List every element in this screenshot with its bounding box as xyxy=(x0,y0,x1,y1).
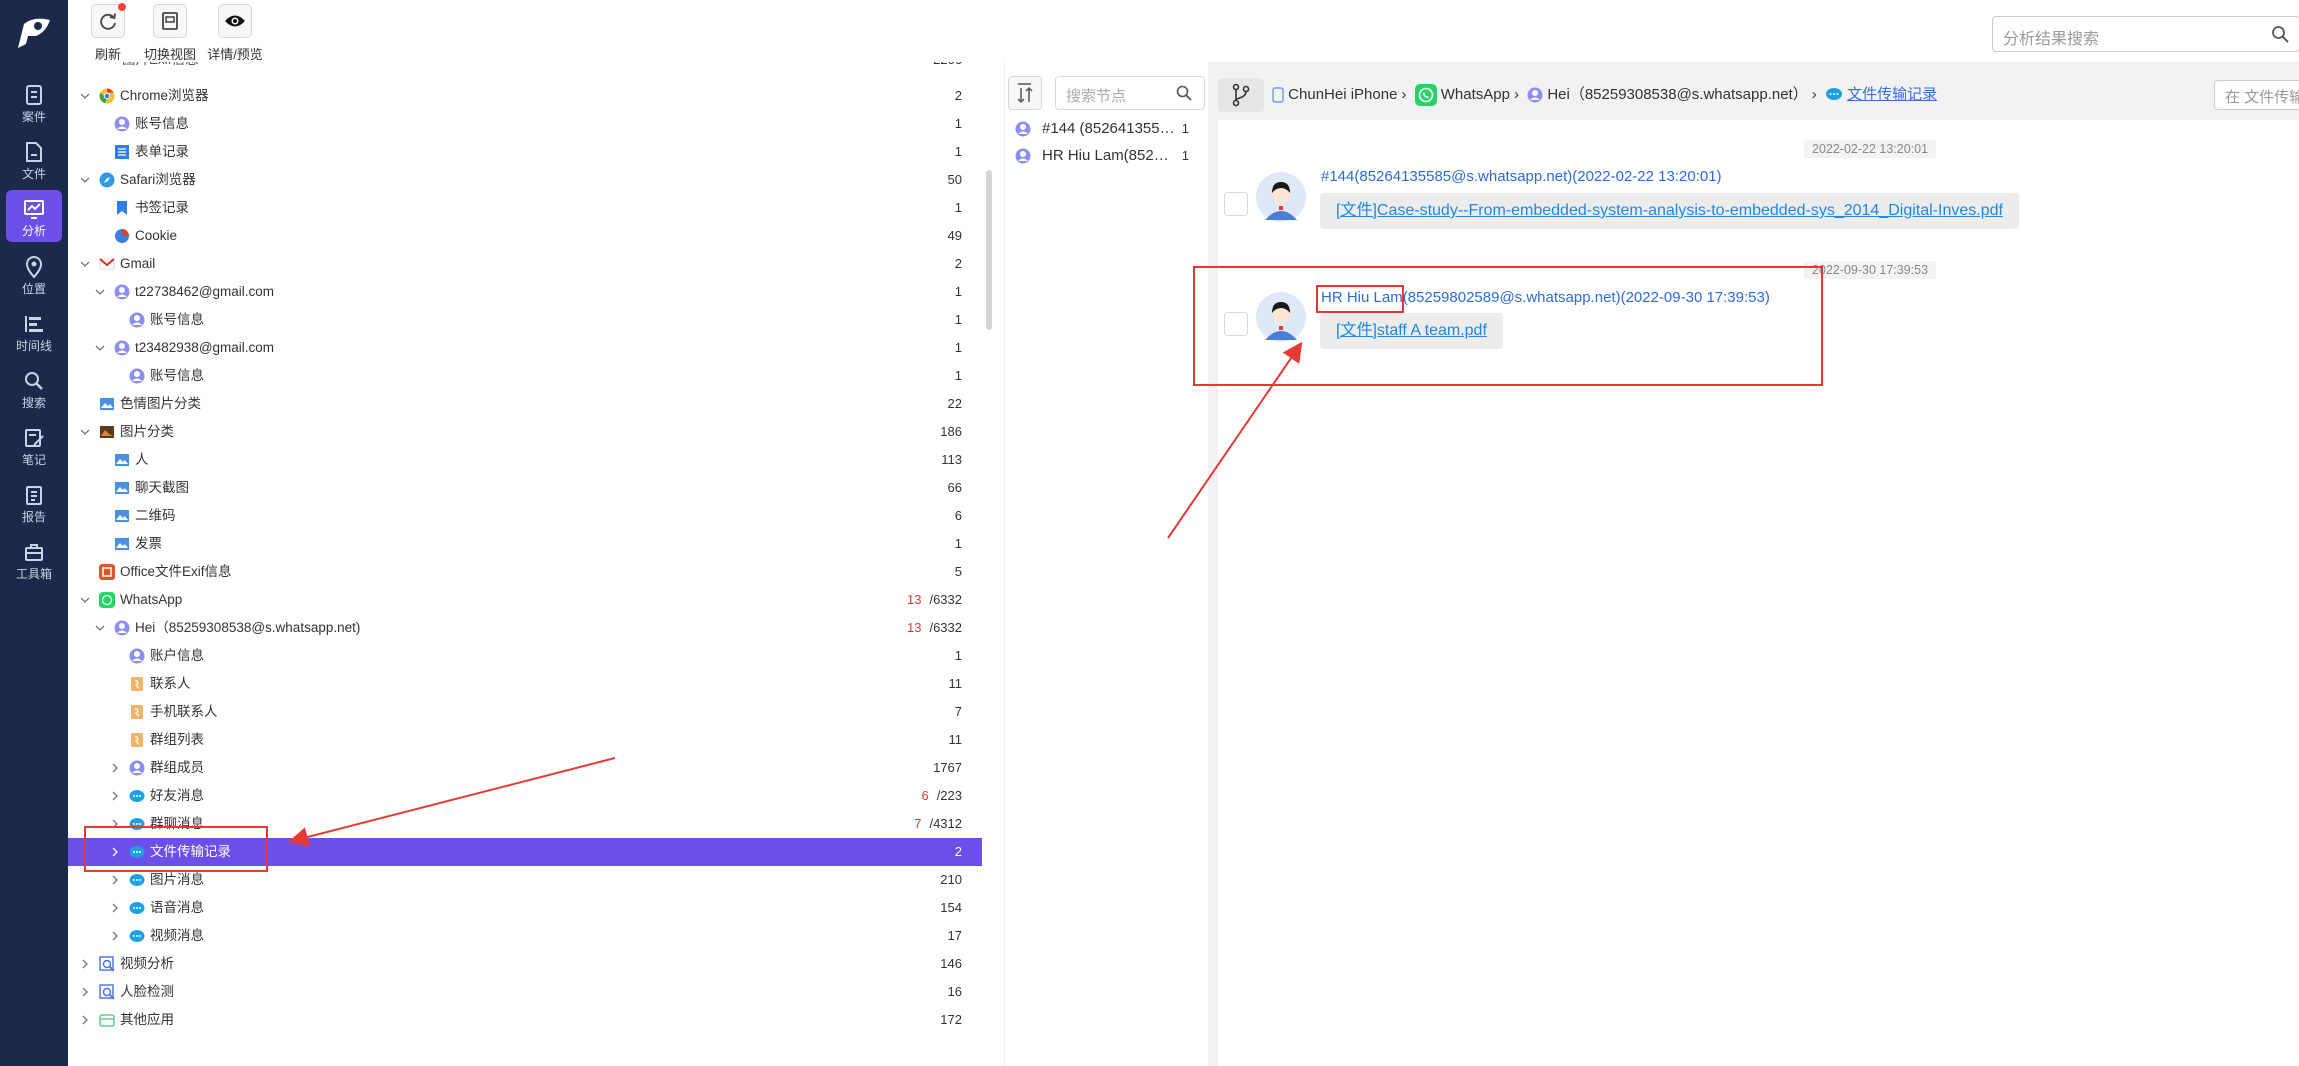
annotation-arrows xyxy=(288,341,1303,847)
arrow-to-tree xyxy=(288,757,616,847)
arrow-to-message xyxy=(1167,341,1303,539)
